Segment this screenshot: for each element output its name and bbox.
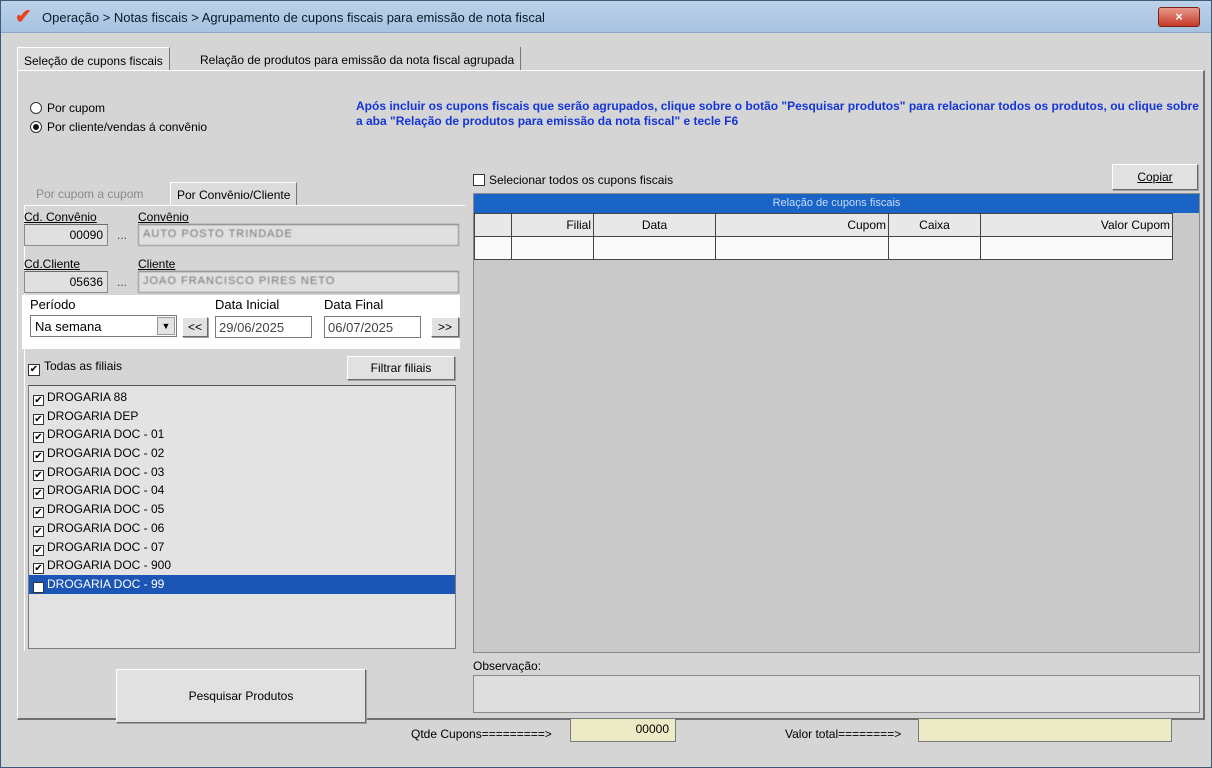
checkbox-checked-icon[interactable]: ✔ xyxy=(33,451,44,463)
list-item[interactable]: ✔ DROGARIA DOC - 99 xyxy=(29,574,455,594)
list-item[interactable]: ✔ DROGARIA DOC - 02 xyxy=(29,444,455,463)
valor-total-value xyxy=(918,718,1172,742)
list-item[interactable]: ✔ DROGARIA DOC - 03 xyxy=(29,463,455,482)
cd-convenio-field[interactable]: 00090 xyxy=(24,224,108,246)
check-logo-icon: ✔ xyxy=(15,6,32,28)
col-header-indicator xyxy=(474,213,512,237)
table-row[interactable] xyxy=(474,236,1173,260)
checkbox-checked-icon[interactable]: ✔ xyxy=(33,507,44,519)
tab-relacao-produtos[interactable]: Relação de produtos para emissão da nota… xyxy=(194,47,522,71)
periodo-select[interactable]: Na semana ▼ xyxy=(30,315,177,337)
list-item[interactable]: ✔ DROGARIA DOC - 01 xyxy=(29,425,455,444)
main-window: ✔ Operação > Notas fiscais > Agrupamento… xyxy=(0,0,1212,768)
checkbox-checked-icon[interactable]: ✔ xyxy=(33,469,44,481)
radio-por-cliente[interactable]: Por cliente/vendas á convênio xyxy=(30,120,207,134)
cliente-label: Cliente xyxy=(138,257,176,271)
list-item[interactable]: ✔ DROGARIA DOC - 05 xyxy=(29,500,455,519)
list-item-label: DROGARIA DOC - 03 xyxy=(47,464,165,479)
table-header-row: Filial Data Cupom Caixa Valor Cupom xyxy=(474,213,1173,237)
checkbox-checked-icon[interactable]: ✔ xyxy=(33,432,44,444)
col-header-filial[interactable]: Filial xyxy=(511,213,594,237)
periodo-label: Período xyxy=(30,297,76,312)
todas-filiais-checkbox[interactable]: ✔ Todas as filiais xyxy=(28,359,122,376)
table-cell xyxy=(593,236,716,260)
table-cell xyxy=(474,236,512,260)
list-item-label: DROGARIA DOC - 01 xyxy=(47,427,165,442)
col-header-cupom[interactable]: Cupom xyxy=(715,213,889,237)
data-inicial-input[interactable]: 29/06/2025 xyxy=(215,316,312,338)
radio-icon xyxy=(30,102,42,114)
qtde-cupons-value: 00000 xyxy=(570,718,676,742)
checkbox-checked-icon[interactable]: ✔ xyxy=(33,488,44,500)
prev-period-button[interactable]: << xyxy=(182,317,208,337)
cd-cliente-field[interactable]: 05636 xyxy=(24,271,108,293)
observacao-field[interactable] xyxy=(473,675,1200,713)
table-cell xyxy=(511,236,594,260)
list-item-label: DROGARIA DOC - 05 xyxy=(47,502,165,517)
list-item[interactable]: ✔ DROGARIA DOC - 06 xyxy=(29,519,455,538)
title-bar[interactable]: ✔ Operação > Notas fiscais > Agrupamento… xyxy=(1,1,1211,33)
list-item-label: DROGARIA 88 xyxy=(47,390,128,404)
convenio-name-field: AUTO POSTO TRINDADE xyxy=(138,224,459,246)
list-item[interactable]: ✔ DROGARIA DOC - 04 xyxy=(29,481,455,500)
copiar-button[interactable]: Copiar xyxy=(1112,164,1198,190)
col-header-caixa[interactable]: Caixa xyxy=(888,213,981,237)
convenio-lookup-button[interactable]: ... xyxy=(112,224,132,246)
qtde-cupons-label: Qtde Cupons=========> xyxy=(411,727,552,741)
chevron-down-icon[interactable]: ▼ xyxy=(157,317,175,335)
checkbox-checked-icon[interactable]: ✔ xyxy=(33,544,44,556)
cupons-table[interactable]: Filial Data Cupom Caixa Valor Cupom xyxy=(474,213,1173,260)
list-item[interactable]: ✔ DROGARIA DEP xyxy=(29,407,455,426)
checkbox-unchecked-icon xyxy=(473,174,485,186)
radio-selected-icon xyxy=(30,121,42,133)
window-title: Operação > Notas fiscais > Agrupamento d… xyxy=(42,10,545,25)
col-header-valor-cupom[interactable]: Valor Cupom xyxy=(980,213,1173,237)
data-inicial-label: Data Inicial xyxy=(215,297,280,312)
cd-convenio-label: Cd. Convênio xyxy=(24,210,97,224)
cd-cliente-label: Cd.Cliente xyxy=(24,257,81,271)
list-item-label: DROGARIA DOC - 06 xyxy=(47,520,165,535)
selecionar-todos-checkbox[interactable]: Selecionar todos os cupons fiscais xyxy=(473,173,673,187)
convenio-label: Convênio xyxy=(138,210,189,224)
cliente-lookup-button[interactable]: ... xyxy=(112,271,132,293)
checkbox-checked-icon: ✔ xyxy=(28,364,40,376)
data-final-label: Data Final xyxy=(324,297,384,312)
close-button[interactable]: × xyxy=(1158,7,1200,27)
next-period-button[interactable]: >> xyxy=(431,317,459,337)
table-cell xyxy=(888,236,981,260)
subtab-convenio-cliente[interactable]: Por Convênio/Cliente xyxy=(170,182,298,206)
list-item[interactable]: ✔ DROGARIA DOC - 900 xyxy=(29,556,455,575)
cliente-name-field: JOAO FRANCISCO PIRES NETO xyxy=(138,271,459,293)
list-item[interactable]: ✔ DROGARIA DOC - 07 xyxy=(29,538,455,557)
list-item-label: DROGARIA DOC - 02 xyxy=(47,446,165,461)
checkbox-checked-icon[interactable]: ✔ xyxy=(33,525,44,537)
cupons-grid-title: Relação de cupons fiscais xyxy=(474,194,1199,213)
table-cell xyxy=(980,236,1173,260)
observacao-label: Observação: xyxy=(473,659,542,673)
col-header-data[interactable]: Data xyxy=(593,213,716,237)
list-item-label: DROGARIA DOC - 99 xyxy=(47,576,165,591)
checkbox-checked-icon[interactable]: ✔ xyxy=(33,413,44,425)
radio-por-cupom[interactable]: Por cupom xyxy=(30,101,105,115)
checkbox-checked-icon[interactable]: ✔ xyxy=(33,563,44,575)
cupons-grid[interactable]: Relação de cupons fiscais Filial Data Cu… xyxy=(473,193,1200,653)
valor-total-label: Valor total========> xyxy=(785,727,902,741)
checkbox-checked-icon[interactable]: ✔ xyxy=(33,581,44,593)
table-cell xyxy=(715,236,889,260)
list-item-label: DROGARIA DOC - 07 xyxy=(47,539,165,554)
client-area: Seleção de cupons fiscais Relação de pro… xyxy=(9,33,1205,759)
list-item[interactable]: ✔ DROGARIA 88 xyxy=(29,388,455,407)
list-item-label: DROGARIA DOC - 04 xyxy=(47,483,165,498)
data-final-input[interactable]: 06/07/2025 xyxy=(324,316,421,338)
instructions-text: Após incluir os cupons fiscais que serão… xyxy=(356,99,1199,128)
tab-content-panel: Por cupom Por cliente/vendas á convênio … xyxy=(17,70,1205,742)
list-item-label: DROGARIA DOC - 900 xyxy=(47,558,172,573)
pesquisar-produtos-button[interactable]: Pesquisar Produtos xyxy=(116,669,366,723)
filiais-list[interactable]: ✔ DROGARIA 88 ✔ DROGARIA DEP ✔ DROGARIA DOC -… xyxy=(28,385,456,649)
list-item-label: DROGARIA DEP xyxy=(47,408,139,423)
subtab-cupom-a-cupom[interactable]: Por cupom a cupom xyxy=(30,182,149,206)
filtrar-filiais-button[interactable]: Filtrar filiais xyxy=(347,356,455,380)
checkbox-checked-icon[interactable]: ✔ xyxy=(33,395,44,406)
